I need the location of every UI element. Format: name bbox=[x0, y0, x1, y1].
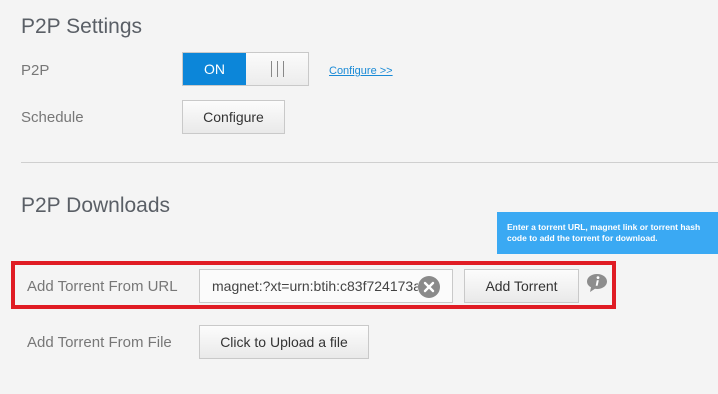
info-icon[interactable] bbox=[586, 273, 608, 293]
add-torrent-file-label: Add Torrent From File bbox=[27, 334, 172, 351]
torrent-url-input-value: magnet:?xt=urn:btih:c83f724173a bbox=[212, 278, 418, 294]
grip-icon bbox=[270, 61, 284, 77]
p2p-toggle[interactable]: ON bbox=[182, 52, 309, 86]
toggle-on-label: ON bbox=[183, 53, 246, 85]
schedule-configure-button[interactable]: Configure bbox=[182, 100, 285, 134]
p2p-label: P2P bbox=[21, 62, 50, 79]
schedule-label: Schedule bbox=[21, 109, 84, 126]
p2p-downloads-title: P2P Downloads bbox=[21, 194, 171, 217]
close-circle-icon[interactable] bbox=[418, 276, 440, 298]
upload-file-button[interactable]: Click to Upload a file bbox=[199, 325, 369, 359]
help-tooltip: Enter a torrent URL, magnet link or torr… bbox=[497, 212, 718, 254]
toggle-handle bbox=[246, 53, 308, 85]
p2p-settings-title: P2P Settings bbox=[21, 15, 143, 38]
add-torrent-url-label: Add Torrent From URL bbox=[27, 278, 178, 295]
section-divider bbox=[21, 162, 718, 163]
add-torrent-button[interactable]: Add Torrent bbox=[464, 269, 579, 303]
configure-link[interactable]: Configure >> bbox=[329, 65, 393, 77]
torrent-url-input[interactable]: magnet:?xt=urn:btih:c83f724173a bbox=[199, 269, 453, 303]
